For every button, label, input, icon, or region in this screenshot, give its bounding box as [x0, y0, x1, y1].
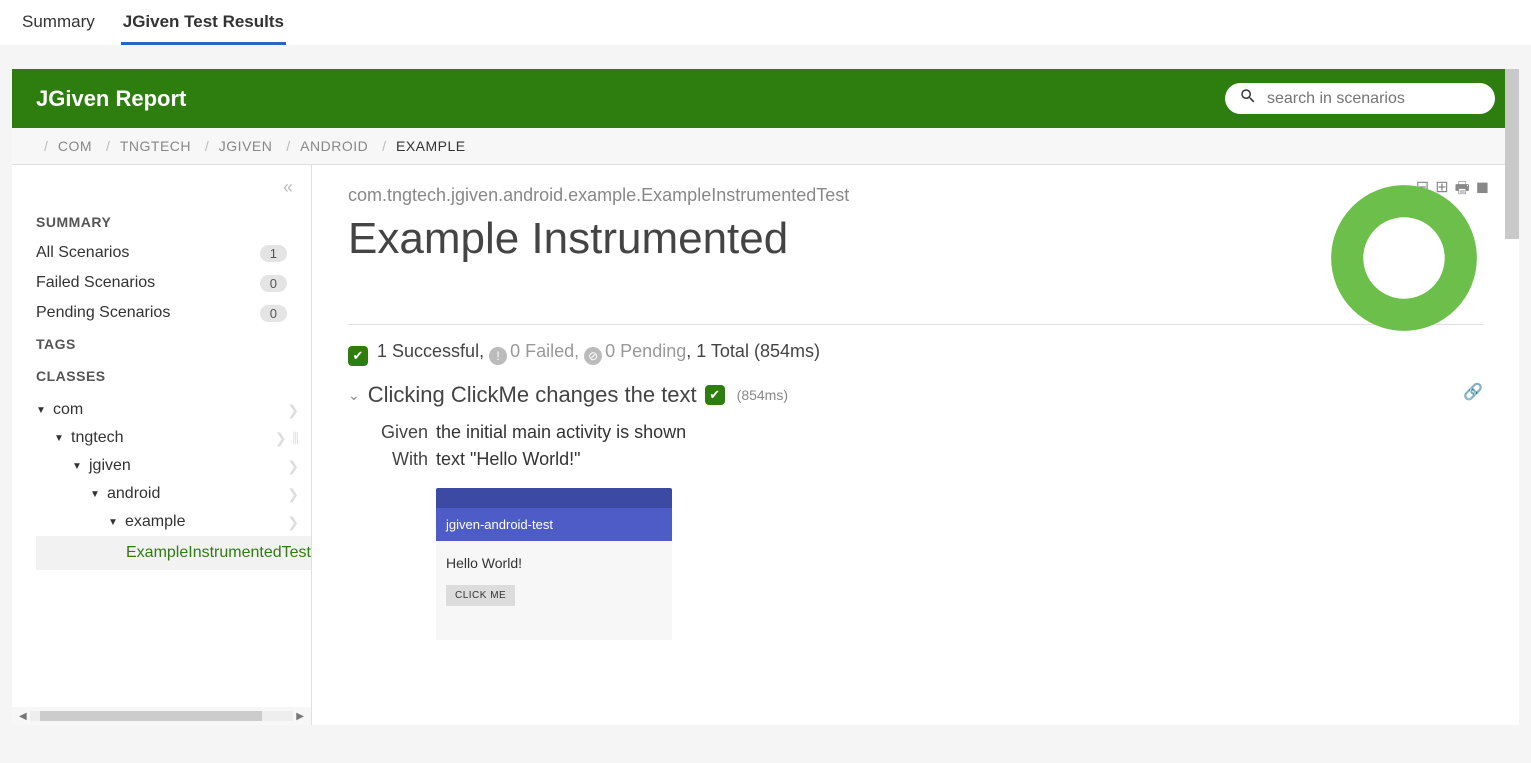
search-input[interactable] — [1267, 90, 1481, 108]
top-tabs: Summary JGiven Test Results — [0, 0, 1531, 45]
stat-success: 1 Successful, — [377, 341, 484, 361]
qualified-class-name: com.tngtech.jgiven.android.example.Examp… — [348, 185, 1483, 206]
columns-icon: ⫼ — [293, 430, 299, 447]
sidebar-horizontal-scrollbar[interactable]: ◀ ▶ — [12, 707, 311, 725]
count-badge: 0 — [260, 275, 287, 292]
report-body: « SUMMARY All Scenarios 1 Failed Scenari… — [12, 165, 1519, 725]
chevron-right-icon: ❯ — [287, 486, 299, 503]
report-title: JGiven Report — [36, 86, 1225, 112]
class-tree: ▼ com ❯ ▼ tngtech ❯ ⫼ ▼ jgiven ❯ ▼ a — [12, 392, 311, 570]
chevron-right-icon: ❯ — [275, 430, 287, 447]
caret-down-icon: ▼ — [36, 405, 50, 416]
tab-summary[interactable]: Summary — [20, 8, 97, 45]
check-icon: ✔ — [705, 385, 725, 405]
step-keyword: Given — [376, 422, 428, 443]
ban-icon: ⊘ — [584, 347, 602, 365]
tree-label: jgiven — [89, 457, 287, 475]
sidebar-item-failed-scenarios[interactable]: Failed Scenarios 0 — [12, 268, 311, 298]
tree-node-android[interactable]: ▼ android ❯ — [36, 480, 311, 508]
tree-node-example[interactable]: ▼ example ❯ — [36, 508, 311, 536]
caret-down-icon: ▼ — [72, 461, 86, 472]
scenario-header[interactable]: ⌄ Clicking ClickMe changes the text ✔ (8… — [348, 382, 1483, 408]
page-title: Example Instrumented — [348, 214, 1483, 264]
sidebar: « SUMMARY All Scenarios 1 Failed Scenari… — [12, 165, 312, 725]
scenario-steps: Given the initial main activity is shown… — [348, 422, 1483, 470]
caret-down-icon: ▼ — [90, 489, 104, 500]
tree-label: example — [125, 513, 287, 531]
step-with: With text "Hello World!" — [376, 449, 1483, 470]
sidebar-item-all-scenarios[interactable]: All Scenarios 1 — [12, 238, 311, 268]
report-header: JGiven Report — [12, 69, 1519, 128]
stats-line: ✔ 1 Successful, !0 Failed, ⊘0 Pending, 1… — [348, 341, 1483, 366]
caret-down-icon: ▼ — [54, 433, 68, 444]
sidebar-item-label: Failed Scenarios — [36, 274, 260, 292]
scroll-right-icon[interactable]: ▶ — [293, 711, 307, 722]
caret-down-icon: ▼ — [108, 517, 122, 528]
crumb-jgiven[interactable]: JGIVEN — [219, 138, 273, 154]
chevron-right-icon: ❯ — [287, 458, 299, 475]
chevron-right-icon: ❯ — [287, 514, 299, 531]
tree-node-jgiven[interactable]: ▼ jgiven ❯ — [36, 452, 311, 480]
crumb-android[interactable]: ANDROID — [300, 138, 368, 154]
count-badge: 1 — [260, 245, 287, 262]
tree-label: tngtech — [71, 429, 275, 447]
scroll-track[interactable] — [30, 711, 294, 721]
main-content: ⊟ ⊞ 🖶 ◼ com.tngtech.jgiven.android.examp… — [312, 165, 1519, 725]
check-icon: ✔ — [348, 346, 368, 366]
sidebar-classes-heading: CLASSES — [12, 360, 311, 392]
step-text: text "Hello World!" — [436, 449, 581, 470]
mock-body: Hello World! CLICK ME — [436, 541, 672, 640]
sidebar-item-label: Pending Scenarios — [36, 304, 260, 322]
count-badge: 0 — [260, 305, 287, 322]
tree-node-tngtech[interactable]: ▼ tngtech ❯ ⫼ — [36, 424, 311, 452]
mock-text: Hello World! — [446, 555, 662, 571]
sidebar-item-pending-scenarios[interactable]: Pending Scenarios 0 — [12, 298, 311, 328]
exclamation-icon: ! — [489, 347, 507, 365]
step-given: Given the initial main activity is shown — [376, 422, 1483, 443]
stat-total: , 1 Total (854ms) — [686, 341, 820, 361]
step-keyword: With — [376, 449, 428, 470]
mock-appbar: jgiven-android-test — [436, 508, 672, 541]
sidebar-tags-heading: TAGS — [12, 328, 311, 360]
crumb-com[interactable]: COM — [58, 138, 92, 154]
report-container: JGiven Report /COM /TNGTECH /JGIVEN /AND… — [12, 69, 1519, 725]
scenario-title: Clicking ClickMe changes the text — [368, 382, 697, 408]
search-box[interactable] — [1225, 83, 1495, 114]
collapse-sidebar-icon[interactable]: « — [12, 177, 311, 206]
scenario: 🔗 ⌄ Clicking ClickMe changes the text ✔ … — [348, 382, 1483, 640]
breadcrumb: /COM /TNGTECH /JGIVEN /ANDROID /EXAMPLE — [12, 128, 1519, 165]
separator — [348, 324, 1483, 325]
tree-leaf-example-instrumented-test[interactable]: ExampleInstrumentedTest — [36, 536, 311, 570]
chevron-right-icon: ❯ — [287, 402, 299, 419]
tree-label: android — [107, 485, 287, 503]
step-text: the initial main activity is shown — [436, 422, 686, 443]
scroll-left-icon[interactable]: ◀ — [16, 711, 30, 722]
stat-pending: 0 Pending — [605, 341, 686, 361]
search-icon — [1239, 87, 1257, 110]
sidebar-summary-heading: SUMMARY — [12, 206, 311, 238]
tab-jgiven-results[interactable]: JGiven Test Results — [121, 8, 286, 45]
crumb-tngtech[interactable]: TNGTECH — [120, 138, 191, 154]
mock-clickme-button: CLICK ME — [446, 585, 515, 606]
tree-label: com — [53, 401, 287, 419]
sidebar-item-label: All Scenarios — [36, 244, 260, 262]
link-icon[interactable]: 🔗 — [1463, 382, 1483, 402]
donut-chart — [1329, 183, 1479, 338]
chevron-down-icon[interactable]: ⌄ — [348, 387, 360, 404]
crumb-example[interactable]: EXAMPLE — [396, 138, 466, 154]
tree-node-com[interactable]: ▼ com ❯ — [36, 396, 311, 424]
mock-statusbar — [436, 488, 672, 508]
stat-failed: 0 Failed, — [510, 341, 579, 361]
scroll-thumb[interactable] — [40, 711, 261, 721]
screenshot-attachment: jgiven-android-test Hello World! CLICK M… — [436, 488, 672, 640]
scenario-duration: (854ms) — [737, 387, 788, 403]
